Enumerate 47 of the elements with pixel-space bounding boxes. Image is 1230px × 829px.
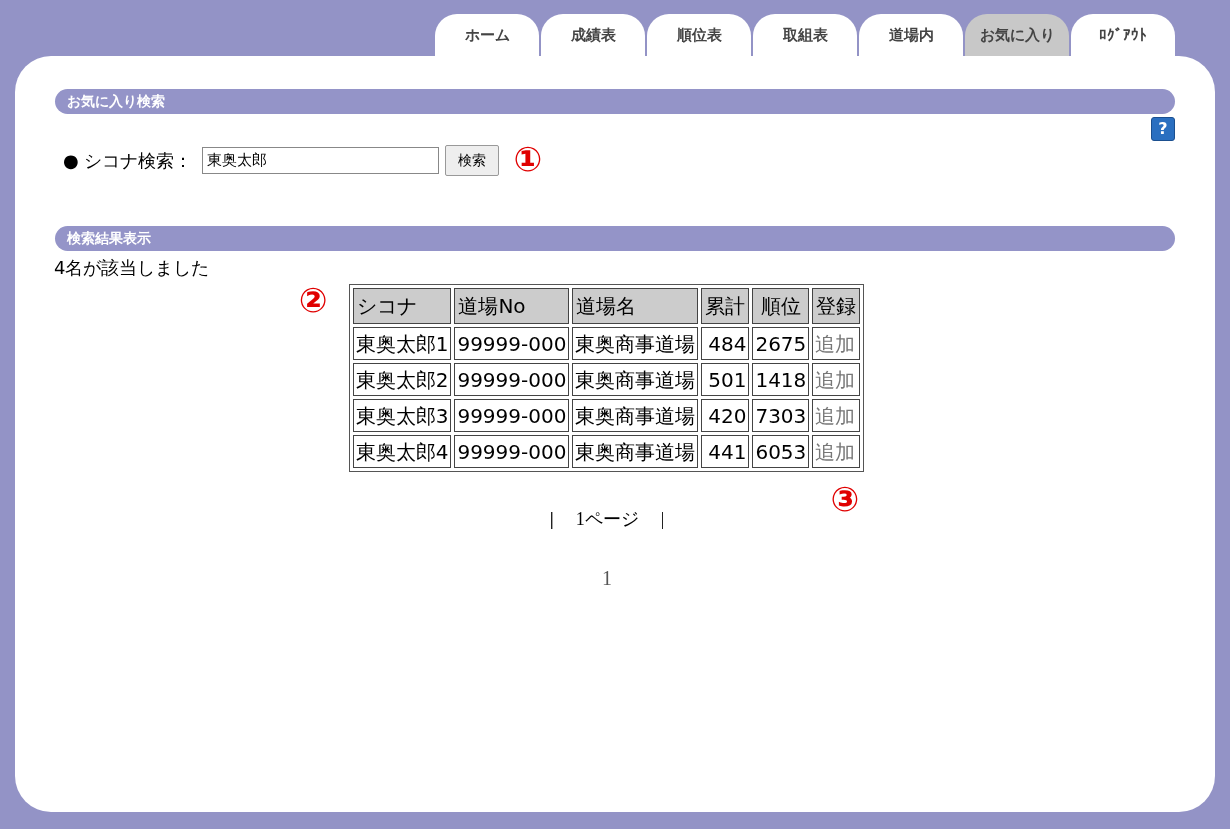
table-cell: 99999-000 bbox=[454, 399, 570, 432]
page-number: 1 bbox=[602, 566, 612, 591]
table-cell: 7303 bbox=[752, 399, 810, 432]
table-cell: 6053 bbox=[752, 435, 810, 468]
annotation-marker: ③ bbox=[830, 479, 860, 519]
table-cell: 99999-000 bbox=[454, 327, 570, 360]
search-button[interactable]: 検索 bbox=[445, 144, 500, 176]
table-cell: 東奥太郎4 bbox=[352, 435, 452, 468]
section-header: お気に入り検索 bbox=[55, 89, 1175, 114]
table-cell: 東奥商事道場 bbox=[572, 435, 699, 468]
table-cell: 441 bbox=[701, 435, 750, 468]
nav-tab[interactable]: 成績表 bbox=[541, 14, 645, 56]
table-cell: 東奥商事道場 bbox=[572, 399, 699, 432]
table-cell: 99999-000 bbox=[454, 363, 570, 396]
table-cell: 東奥太郎3 bbox=[352, 399, 452, 432]
column-header: シコナ bbox=[352, 288, 452, 324]
column-header: 道場名 bbox=[572, 288, 699, 324]
table-cell: 501 bbox=[701, 363, 750, 396]
column-header: 道場No bbox=[454, 288, 570, 324]
nav-tab[interactable]: 道場内 bbox=[859, 14, 963, 56]
input-field[interactable]: 東奥太郎 bbox=[202, 146, 440, 174]
table-cell: 東奥商事道場 bbox=[572, 363, 699, 396]
help-icon[interactable]: ? bbox=[1151, 117, 1175, 141]
separator-text: | bbox=[549, 508, 554, 531]
separator-text: | bbox=[660, 508, 665, 531]
column-header: 登録 bbox=[812, 288, 861, 324]
nav-tab[interactable]: 取組表 bbox=[753, 14, 857, 56]
nav-tab[interactable]: ﾛｸﾞｱｳﾄ bbox=[1071, 14, 1175, 56]
search-label: ● シコナ検索： bbox=[63, 148, 193, 173]
table-cell: 99999-000 bbox=[454, 435, 570, 468]
table-cell: 東奥太郎1 bbox=[352, 327, 452, 360]
table-cell: 420 bbox=[701, 399, 750, 432]
nav-tab[interactable]: ホーム bbox=[435, 14, 539, 56]
nav-tab[interactable]: お気に入り bbox=[965, 14, 1069, 56]
page-link[interactable]: 1ページ bbox=[575, 506, 639, 533]
table-cell: 東奥太郎2 bbox=[352, 363, 452, 396]
annotation-marker: ② bbox=[298, 280, 328, 320]
table-cell: 東奥商事道場 bbox=[572, 327, 699, 360]
result-count: 4名が該当しました bbox=[54, 256, 211, 280]
table-cell: 1418 bbox=[752, 363, 810, 396]
nav-tab[interactable]: 順位表 bbox=[647, 14, 751, 56]
section-header: 検索結果表示 bbox=[55, 226, 1175, 251]
column-header: 順位 bbox=[752, 288, 810, 324]
column-header: 累計 bbox=[701, 288, 750, 324]
table-cell: 484 bbox=[701, 327, 750, 360]
annotation-marker: ① bbox=[513, 139, 543, 179]
table-cell: 2675 bbox=[752, 327, 810, 360]
